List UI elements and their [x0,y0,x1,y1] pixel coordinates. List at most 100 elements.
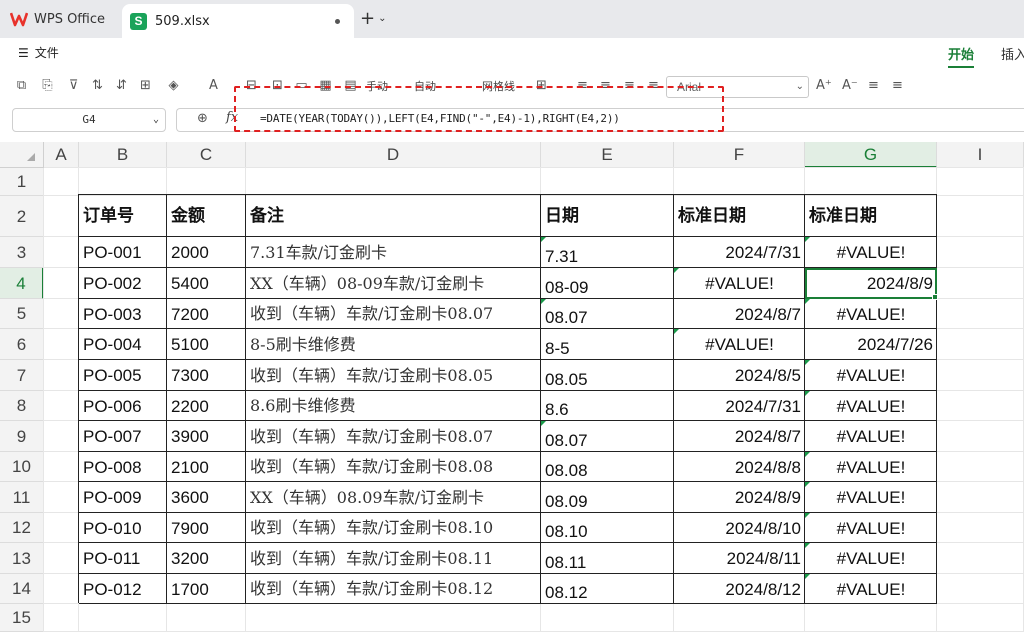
row-header-2[interactable]: 2 [0,196,44,237]
fill-color-icon[interactable]: ◈ [166,78,181,93]
active-cell-selection[interactable] [805,268,937,299]
row-header-14[interactable]: 14 [0,574,44,604]
table-cell[interactable]: #VALUE! [805,543,937,574]
table-cell[interactable]: #VALUE! [805,391,937,421]
table-header-cell[interactable]: 备注 [246,196,541,237]
align-center-icon[interactable]: ≡ [622,78,637,93]
table-cell[interactable]: 7900 [167,513,246,543]
table-cell[interactable]: 2024/8/10 [674,513,805,543]
table-cell[interactable]: 8.6刷卡维修费 [246,391,541,421]
table-cell[interactable]: PO-001 [79,237,167,268]
unsaved-dot-icon[interactable] [335,19,340,24]
table-cell[interactable]: 08.07 [541,299,674,329]
table-cell[interactable]: 收到（车辆）车款/订金刷卡08.12 [246,574,541,604]
cell-format-icon[interactable]: ⊞ [534,78,549,93]
row-header-4[interactable]: 4 [0,268,44,299]
row-header-9[interactable]: 9 [0,421,44,452]
wrap-icon[interactable]: ⊟ [244,78,259,93]
table-cell[interactable]: 7.31车款/订金刷卡 [246,237,541,268]
table-cell[interactable]: 3900 [167,421,246,452]
table-header-cell[interactable]: 日期 [541,196,674,237]
auto-calc-button[interactable]: 自动 [414,78,436,94]
table-style-icon[interactable]: ▤ [343,78,358,93]
column-header-G[interactable]: G [805,142,937,168]
table-cell[interactable]: PO-004 [79,329,167,360]
format-painter-icon[interactable]: ⧉ [14,78,29,93]
table-cell[interactable]: #VALUE! [805,574,937,604]
table-cell[interactable]: #VALUE! [805,299,937,329]
row-header-6[interactable]: 6 [0,329,44,360]
table-cell[interactable]: 收到（车辆）车款/订金刷卡08.08 [246,452,541,482]
more-align-icon[interactable]: ≡ [890,78,905,93]
freeze-icon[interactable]: ▦ [318,78,333,93]
sort-desc-icon[interactable]: ⇵ [114,78,129,93]
document-tab[interactable]: S 509.xlsx [122,4,354,38]
table-cell[interactable]: 8-5刷卡维修费 [246,329,541,360]
fx-icon[interactable]: fx [226,110,238,125]
table-cell[interactable]: 5100 [167,329,246,360]
table-cell[interactable]: 收到（车辆）车款/订金刷卡08.05 [246,360,541,391]
font-family-select[interactable]: Arial ⌄ [666,76,809,98]
font-increase-icon[interactable]: A⁺ [816,78,832,93]
table-cell[interactable]: #VALUE! [805,360,937,391]
table-cell[interactable]: 收到（车辆）车款/订金刷卡08.07 [246,421,541,452]
table-cell[interactable]: 1700 [167,574,246,604]
formula-input[interactable]: =DATE(YEAR(TODAY()),LEFT(E4,FIND("-",E4)… [260,112,620,125]
column-header-A[interactable]: A [44,142,79,168]
table-cell[interactable]: 2100 [167,452,246,482]
column-header-F[interactable]: F [674,142,805,168]
table-cell[interactable]: 8.6 [541,391,674,421]
table-cell[interactable]: 7200 [167,299,246,329]
table-header-cell[interactable]: 金额 [167,196,246,237]
column-header-D[interactable]: D [246,142,541,168]
sort-asc-icon[interactable]: ⇅ [90,78,105,93]
table-cell[interactable]: 收到（车辆）车款/订金刷卡08.11 [246,543,541,574]
column-header-B[interactable]: B [79,142,167,168]
table-cell[interactable]: PO-002 [79,268,167,299]
table-cell[interactable]: 08.09 [541,482,674,513]
row-header-10[interactable]: 10 [0,452,44,482]
row-header-12[interactable]: 12 [0,513,44,543]
file-menu[interactable]: ☰ 文件 [18,44,59,61]
table-cell[interactable]: #VALUE! [805,513,937,543]
table-header-cell[interactable]: 标准日期 [805,196,937,237]
table-cell[interactable]: 7300 [167,360,246,391]
row-header-7[interactable]: 7 [0,360,44,391]
row-header-1[interactable]: 1 [0,168,44,196]
table-cell[interactable]: #VALUE! [805,421,937,452]
manual-calc-button[interactable]: 手动 [366,78,388,94]
table-cell[interactable]: 2024/8/9 [674,482,805,513]
table-cell[interactable]: 5400 [167,268,246,299]
table-cell[interactable]: #VALUE! [674,268,805,299]
table-cell[interactable]: PO-007 [79,421,167,452]
table-cell[interactable]: XX（车辆）08.09车款/订金刷卡 [246,482,541,513]
table-cell[interactable]: PO-003 [79,299,167,329]
table-cell[interactable]: 收到（车辆）车款/订金刷卡08.07 [246,299,541,329]
table-cell[interactable]: 2200 [167,391,246,421]
table-cell[interactable]: #VALUE! [805,482,937,513]
fill-handle[interactable] [932,294,938,300]
font-color-icon[interactable]: A [206,78,221,93]
table-cell[interactable]: 2024/8/5 [674,360,805,391]
table-header-cell[interactable]: 标准日期 [674,196,805,237]
table-cell[interactable]: 3600 [167,482,246,513]
font-decrease-icon[interactable]: A⁻ [842,78,858,93]
table-cell[interactable]: PO-011 [79,543,167,574]
select-all-corner[interactable] [0,142,44,168]
new-tab-button[interactable]: + ⌄ [360,8,386,29]
table-cell[interactable]: #VALUE! [805,452,937,482]
row-col-icon[interactable]: ▭ [294,78,309,93]
table-cell[interactable]: PO-009 [79,482,167,513]
table-cell[interactable]: PO-010 [79,513,167,543]
filter-icon[interactable]: ⊽ [66,78,81,93]
align-left-icon[interactable]: ≡ [598,78,613,93]
row-header-11[interactable]: 11 [0,482,44,513]
tab-start[interactable]: 开始 [948,44,975,68]
text-align-icon[interactable]: ≡ [866,78,881,93]
zoom-icon[interactable]: ⊕ [197,111,208,126]
row-header-3[interactable]: 3 [0,237,44,268]
table-cell[interactable]: PO-005 [79,360,167,391]
table-cell[interactable]: 08-09 [541,268,674,299]
table-cell[interactable]: 2024/8/8 [674,452,805,482]
table-cell[interactable]: 收到（车辆）车款/订金刷卡08.10 [246,513,541,543]
